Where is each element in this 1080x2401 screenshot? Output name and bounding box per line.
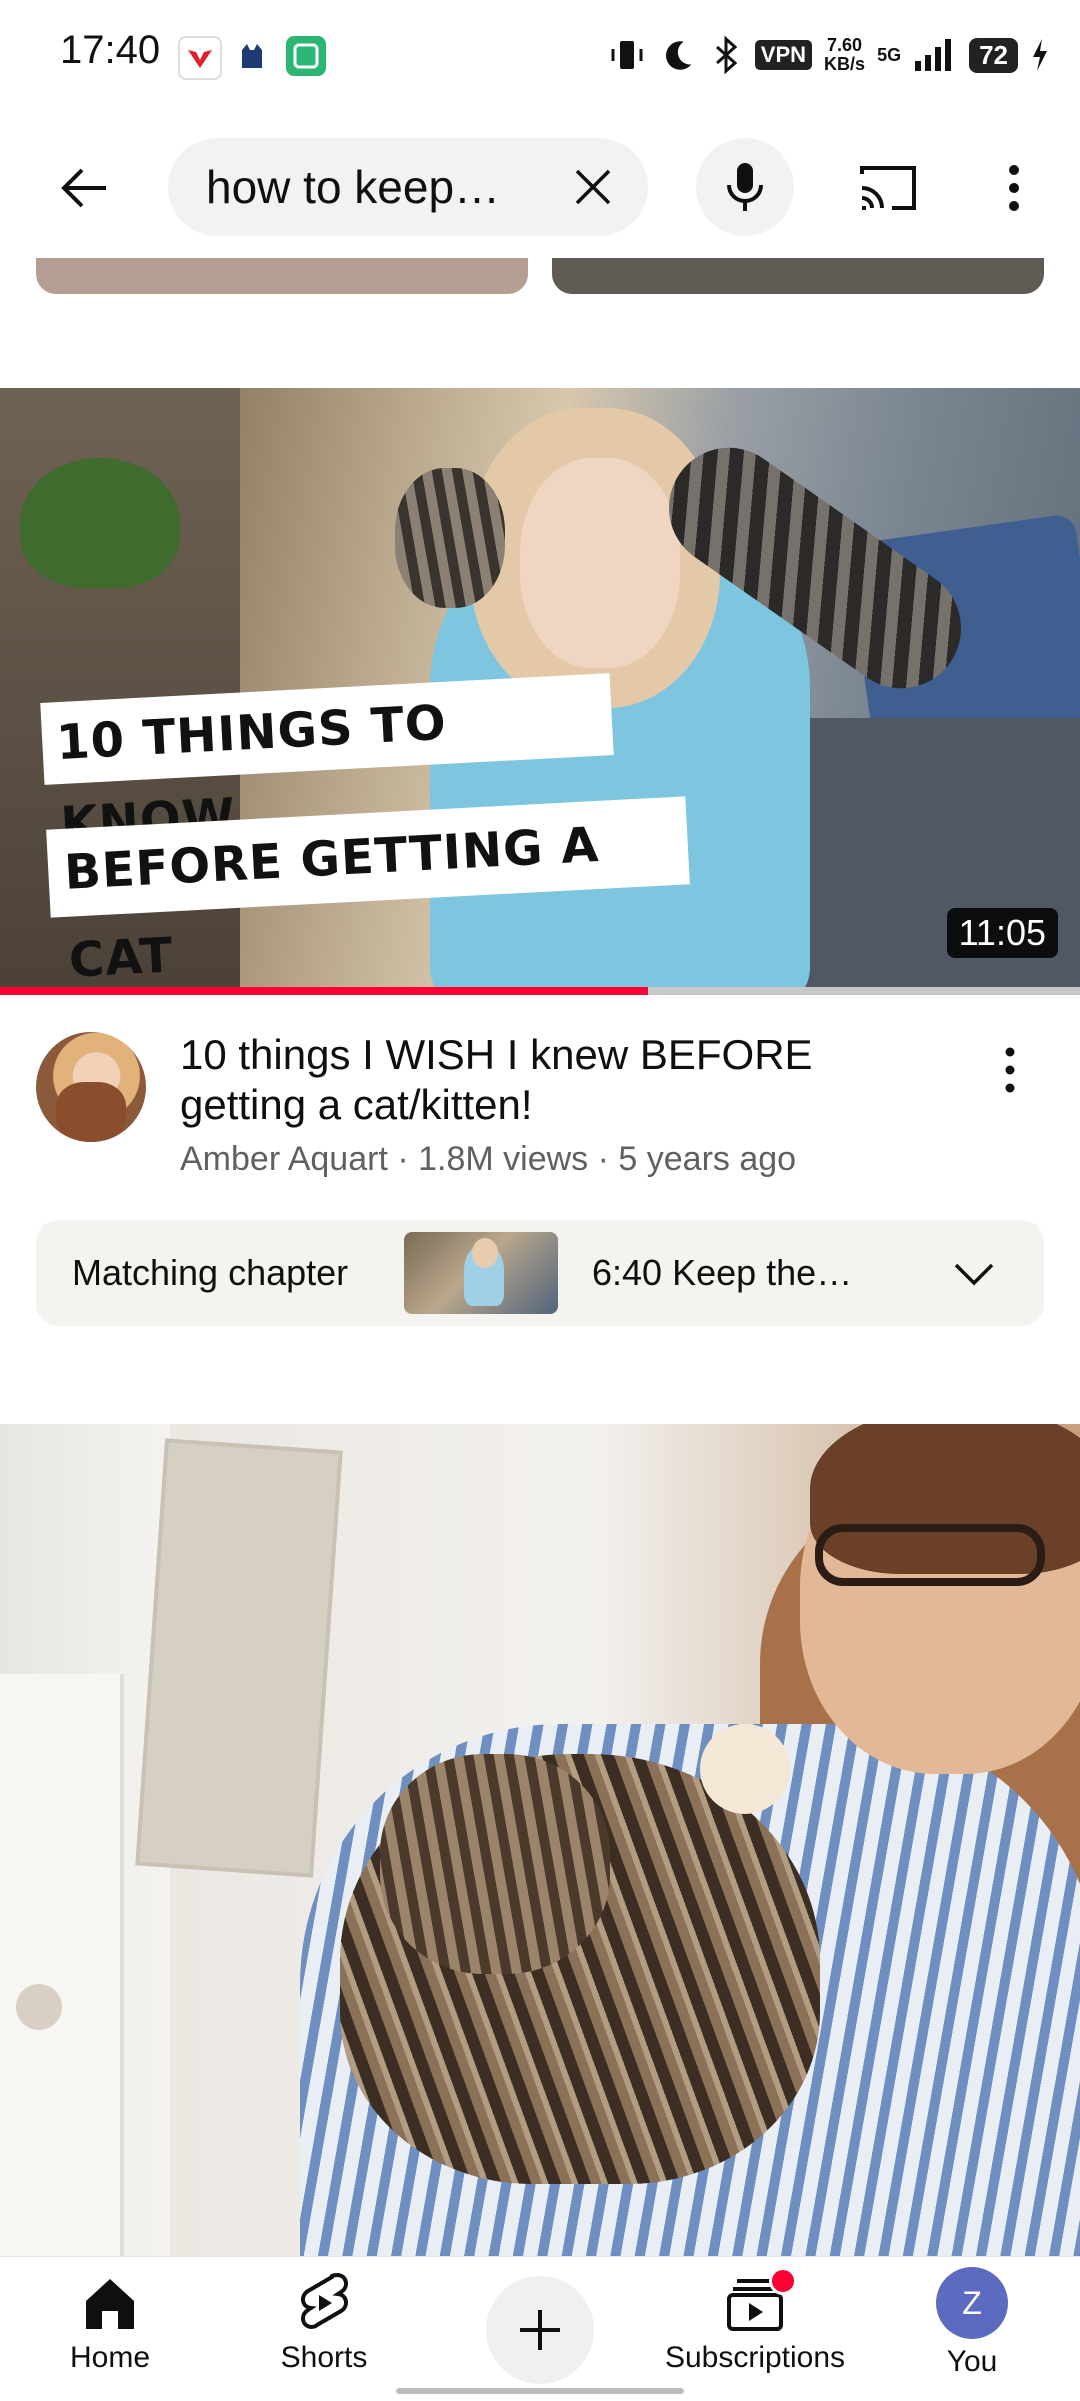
video-duration-badge: 11:05 xyxy=(946,908,1058,958)
thumbnail-plant xyxy=(20,458,180,588)
chapter-thumbnail-face xyxy=(472,1238,498,1268)
expand-chapter-button[interactable] xyxy=(946,1246,1002,1302)
cast-button[interactable] xyxy=(846,150,930,226)
video-thumbnail[interactable]: 10 THINGS TO KNOW BEFORE GETTING A CAT 1… xyxy=(0,388,1080,995)
charging-icon xyxy=(1033,39,1047,71)
voice-search-button[interactable] xyxy=(696,138,794,236)
cast-icon xyxy=(860,166,916,210)
matching-chapter-label: Matching chapter xyxy=(72,1252,349,1293)
nav-shorts[interactable]: Shorts xyxy=(254,2257,394,2401)
vibrate-icon xyxy=(611,41,643,69)
nav-you[interactable]: Z You xyxy=(902,2257,1042,2401)
nav-home[interactable]: Home xyxy=(40,2257,180,2401)
chapter-thumbnail xyxy=(404,1232,558,1314)
thumbnail-cabinet xyxy=(0,1674,124,2260)
status-bar: 17:40 VPN 7.60 KB/s 5G 72 xyxy=(0,0,1080,110)
meta-separator: · xyxy=(387,1140,419,1178)
signal-icon xyxy=(915,39,952,71)
back-arrow-icon xyxy=(61,168,106,208)
view-count: 1.8M views xyxy=(418,1140,589,1178)
more-vertical-icon xyxy=(1005,1047,1015,1093)
nav-you-label: You xyxy=(946,2345,998,2378)
upload-age: 5 years ago xyxy=(618,1140,797,1178)
create-button[interactable] xyxy=(486,2276,594,2384)
chapter-title: 6:40 Keep the… xyxy=(592,1252,853,1293)
channel-avatar[interactable] xyxy=(36,1032,146,1142)
thumbnail-person-face xyxy=(520,458,680,668)
more-vertical-icon xyxy=(1009,165,1019,211)
vpn-badge: VPN xyxy=(754,40,813,70)
video-thumbnail-2[interactable] xyxy=(0,1424,1080,2260)
channel-name[interactable]: Amber Aquart xyxy=(180,1140,388,1178)
shorts-card-right[interactable] xyxy=(552,258,1044,294)
you-avatar: Z xyxy=(936,2267,1008,2339)
shorts-icon xyxy=(301,2272,348,2330)
thumbnail-glasses xyxy=(815,1524,1045,1586)
gesture-bar xyxy=(396,2388,684,2394)
watch-progress-bar xyxy=(0,987,1080,995)
thumbnail-cat-head xyxy=(395,468,505,608)
battery-level: 72 xyxy=(969,37,1018,73)
speed-unit: KB/s xyxy=(824,54,866,74)
subscriptions-icon-wrap xyxy=(723,2267,797,2335)
video-action-menu-button[interactable] xyxy=(980,1040,1040,1100)
video-title[interactable]: 10 things I WISH I knew BEFORE getting a… xyxy=(180,1030,940,1130)
nav-shorts-label: Shorts xyxy=(280,2341,368,2374)
search-input[interactable]: how to keep… xyxy=(206,160,536,214)
thumbnail-knob xyxy=(16,1984,62,2030)
nav-subscriptions-label: Subscriptions xyxy=(664,2341,846,2374)
back-button[interactable] xyxy=(46,150,122,226)
clear-search-button[interactable] xyxy=(560,154,626,220)
home-icon xyxy=(86,2279,134,2329)
bluetooth-icon xyxy=(715,35,738,75)
new-content-dot xyxy=(769,2267,797,2295)
plus-icon xyxy=(520,2310,560,2350)
notification-wallet-icon xyxy=(286,36,326,76)
clear-icon xyxy=(575,169,611,205)
network-speed: 7.60 KB/s xyxy=(824,36,865,74)
meta-separator: · xyxy=(588,1140,619,1178)
shorts-card-left[interactable] xyxy=(36,258,528,294)
notification-app-icon xyxy=(178,36,222,80)
network-type: 5G xyxy=(877,44,902,65)
watch-progress-fill xyxy=(0,987,648,995)
status-time: 17:40 xyxy=(60,28,161,72)
nav-subscriptions[interactable]: Subscriptions xyxy=(650,2257,860,2401)
do-not-disturb-moon-icon xyxy=(665,41,692,70)
notification-cat-icon xyxy=(232,36,272,76)
more-options-button[interactable] xyxy=(984,150,1044,226)
nav-home-label: Home xyxy=(69,2341,151,2374)
thumbnail-poster xyxy=(135,1438,343,1878)
speed-value: 7.60 xyxy=(827,35,863,55)
thumbnail-cat-head xyxy=(380,1754,610,1974)
avatar-dog xyxy=(56,1082,126,1142)
status-icons: VPN 7.60 KB/s 5G 72 xyxy=(607,30,1050,80)
mic-icon xyxy=(727,163,763,211)
matching-chapter-row[interactable]: Matching chapter 6:40 Keep the… xyxy=(36,1220,1044,1326)
video-metadata: Amber Aquart · 1.8M views · 5 years ago xyxy=(180,1140,796,1179)
thumbnail-cat-paw xyxy=(700,1724,790,1814)
chevron-down-icon xyxy=(954,1263,994,1286)
